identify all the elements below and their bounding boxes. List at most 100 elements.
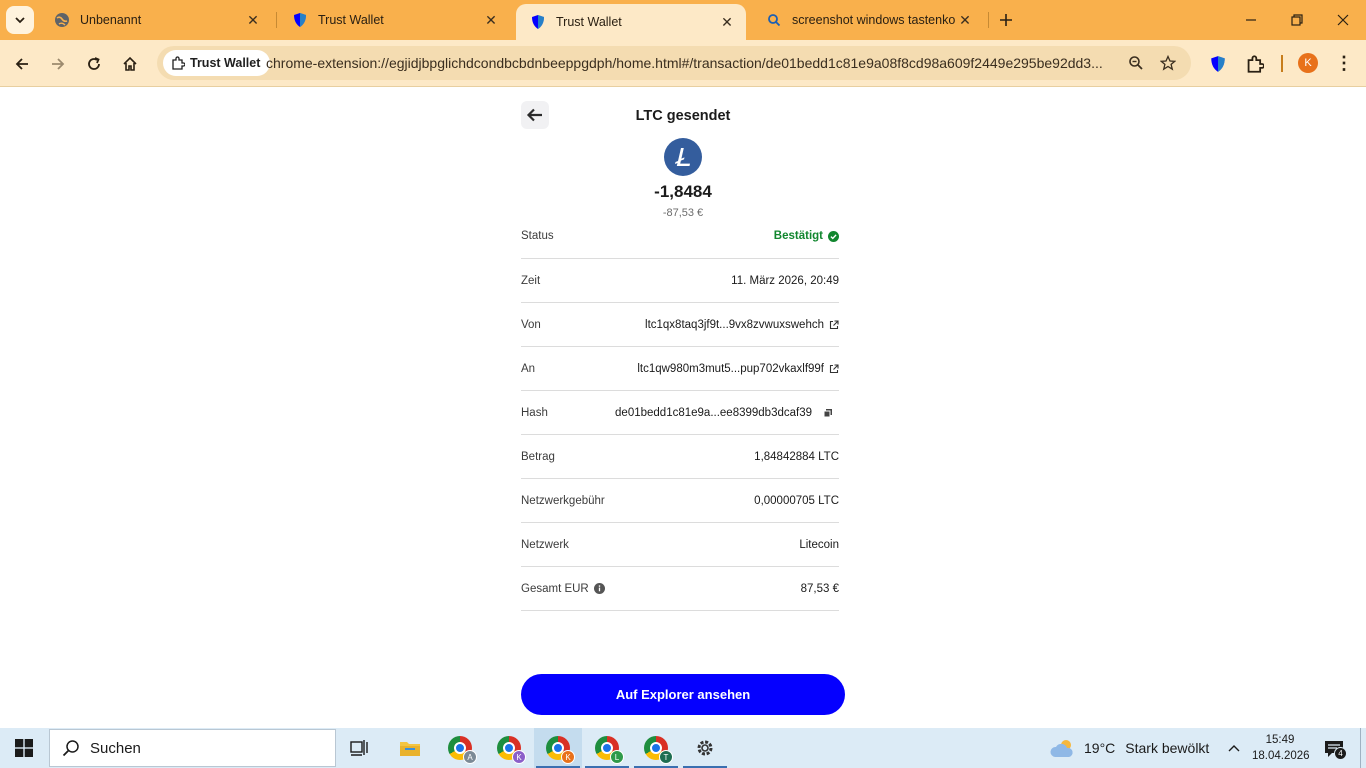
taskbar-search-placeholder: Suchen (90, 739, 141, 757)
close-icon[interactable]: ✕ (956, 11, 974, 29)
page-back-button[interactable] (521, 101, 549, 129)
address-bar[interactable]: Trust Wallet chrome-extension://egjidjbp… (157, 46, 1191, 80)
from-address-link[interactable]: ltc1qx8taq3jf9t...9vx8zvwuxswehch (645, 319, 839, 331)
detail-row-amount: Betrag 1,84842884 LTC (521, 435, 839, 479)
transaction-details: Status Bestätigt Zeit 11. März 2026, 20:… (521, 214, 839, 611)
search-icon (766, 12, 782, 28)
extensions-puzzle-icon[interactable] (1243, 52, 1267, 76)
weather-widget[interactable]: 19°C Stark bewölkt (1050, 728, 1209, 768)
close-icon[interactable]: ✕ (244, 11, 262, 29)
home-icon (123, 56, 137, 71)
detail-value: ltc1qw980m3mut5...pup702vkaxlf99f (637, 362, 824, 375)
trust-shield-icon (530, 14, 546, 30)
task-view-icon (350, 740, 368, 756)
detail-value: 87,53 € (800, 582, 839, 595)
to-address-link[interactable]: ltc1qw980m3mut5...pup702vkaxlf99f (637, 363, 839, 375)
detail-value: ltc1qx8taq3jf9t...9vx8zvwuxswehch (645, 318, 824, 331)
detail-label-group: Gesamt EUR (521, 583, 605, 595)
profile-avatar[interactable]: K (1298, 53, 1318, 73)
minimize-button[interactable] (1228, 0, 1274, 40)
system-clock[interactable]: 15:49 18.04.2026 (1252, 732, 1310, 764)
litecoin-icon (664, 138, 702, 176)
start-button[interactable] (0, 728, 48, 768)
folder-icon (400, 742, 420, 756)
notification-center-button[interactable]: 4 (1322, 738, 1347, 760)
profile-badge: L (610, 750, 624, 764)
notification-count: 4 (1334, 747, 1347, 760)
detail-label: Zeit (521, 274, 541, 287)
chrome-profile-l-button[interactable]: L (583, 728, 631, 768)
zoom-icon[interactable] (1126, 53, 1146, 73)
restore-icon (1291, 14, 1303, 26)
info-icon[interactable] (593, 583, 605, 594)
globe-icon (54, 12, 70, 28)
tab-search[interactable]: screenshot windows tastenkom ✕ (752, 6, 984, 34)
back-button[interactable] (8, 50, 36, 78)
detail-row-hash: Hash de01bedd1c81e9a...ee8399db3dcaf39 (521, 391, 839, 435)
plus-icon (1000, 14, 1012, 26)
trust-shield-icon (292, 12, 308, 28)
search-icon (62, 739, 80, 757)
detail-row-network-fee: Netzwerkgebühr 0,00000705 LTC (521, 479, 839, 523)
copy-icon[interactable] (823, 408, 833, 418)
restore-button[interactable] (1274, 0, 1320, 40)
gear-icon (697, 740, 713, 756)
trust-wallet-extension-icon[interactable] (1206, 52, 1230, 76)
home-button[interactable] (116, 50, 144, 78)
view-on-explorer-button[interactable]: Auf Explorer ansehen (521, 674, 845, 715)
tray-chevron-up-icon[interactable] (1226, 740, 1242, 756)
windows-taskbar: Suchen A K K L T 19°C Stark bewölkt 15:4… (0, 728, 1366, 768)
windows-logo-icon (15, 739, 33, 757)
cloud-sun-icon (1050, 737, 1076, 759)
tab-separator (988, 12, 989, 28)
forward-button[interactable] (44, 50, 72, 78)
menu-kebab-icon[interactable]: ⋮ (1334, 53, 1354, 73)
chrome-profile-t-button[interactable]: T (632, 728, 680, 768)
chrome-profile-k-button[interactable]: K (485, 728, 533, 768)
site-info-chip[interactable]: Trust Wallet (163, 50, 271, 76)
minimize-icon (1246, 19, 1256, 21)
settings-app-button[interactable] (681, 728, 729, 768)
page-title: LTC gesendet (635, 108, 731, 124)
arrow-right-icon (52, 58, 65, 70)
close-icon[interactable]: ✕ (482, 11, 500, 29)
profile-badge: A (463, 750, 477, 764)
external-link-icon[interactable] (829, 363, 839, 374)
tab-strip: Unbenannt ✕ Trust Wallet ✕ Trust Wallet … (0, 0, 1366, 40)
show-desktop-button[interactable] (1360, 728, 1361, 768)
file-explorer-button[interactable] (386, 728, 434, 768)
detail-value: Litecoin (799, 538, 839, 551)
close-window-button[interactable] (1320, 0, 1366, 40)
close-icon[interactable]: ✕ (718, 13, 736, 31)
detail-label: Status (521, 230, 554, 242)
detail-row-time: Zeit 11. März 2026, 20:49 (521, 259, 839, 303)
weather-temperature: 19°C (1084, 740, 1116, 756)
tab-trust-wallet-active[interactable]: Trust Wallet ✕ (516, 4, 746, 40)
url-text[interactable]: chrome-extension://egjidjbpglichdcondbcb… (266, 55, 1116, 71)
detail-label: Von (521, 318, 541, 331)
close-icon (1337, 14, 1349, 26)
detail-label: An (521, 362, 536, 375)
chrome-profile-k-active-button[interactable]: K (534, 728, 582, 768)
detail-value: 11. März 2026, 20:49 (731, 274, 839, 287)
tab-trust-wallet-1[interactable]: Trust Wallet ✕ (278, 6, 510, 34)
detail-label: Netzwerkgebühr (521, 494, 605, 507)
reload-button[interactable] (80, 50, 108, 78)
transaction-detail-page: LTC gesendet -1,8484 -87,53 € Status Bes… (0, 88, 1366, 728)
external-link-icon[interactable] (829, 319, 839, 330)
bookmark-star-icon[interactable] (1158, 53, 1178, 73)
profile-badge: T (659, 750, 673, 764)
arrow-left-icon (526, 108, 542, 122)
task-view-button[interactable] (336, 728, 384, 768)
arrow-left-icon (15, 58, 28, 70)
detail-row-total-eur: Gesamt EUR 87,53 € (521, 567, 839, 611)
toolbar-separator (1281, 55, 1283, 72)
taskbar-search-box[interactable]: Suchen (49, 729, 336, 767)
new-tab-button[interactable] (994, 8, 1018, 32)
detail-row-status: Status Bestätigt (521, 214, 839, 259)
tab-unbenannt[interactable]: Unbenannt ✕ (40, 6, 272, 34)
reload-icon (88, 57, 100, 70)
chrome-profile-a-button[interactable]: A (436, 728, 484, 768)
detail-label: Netzwerk (521, 538, 569, 551)
tab-search-button[interactable] (6, 6, 34, 34)
